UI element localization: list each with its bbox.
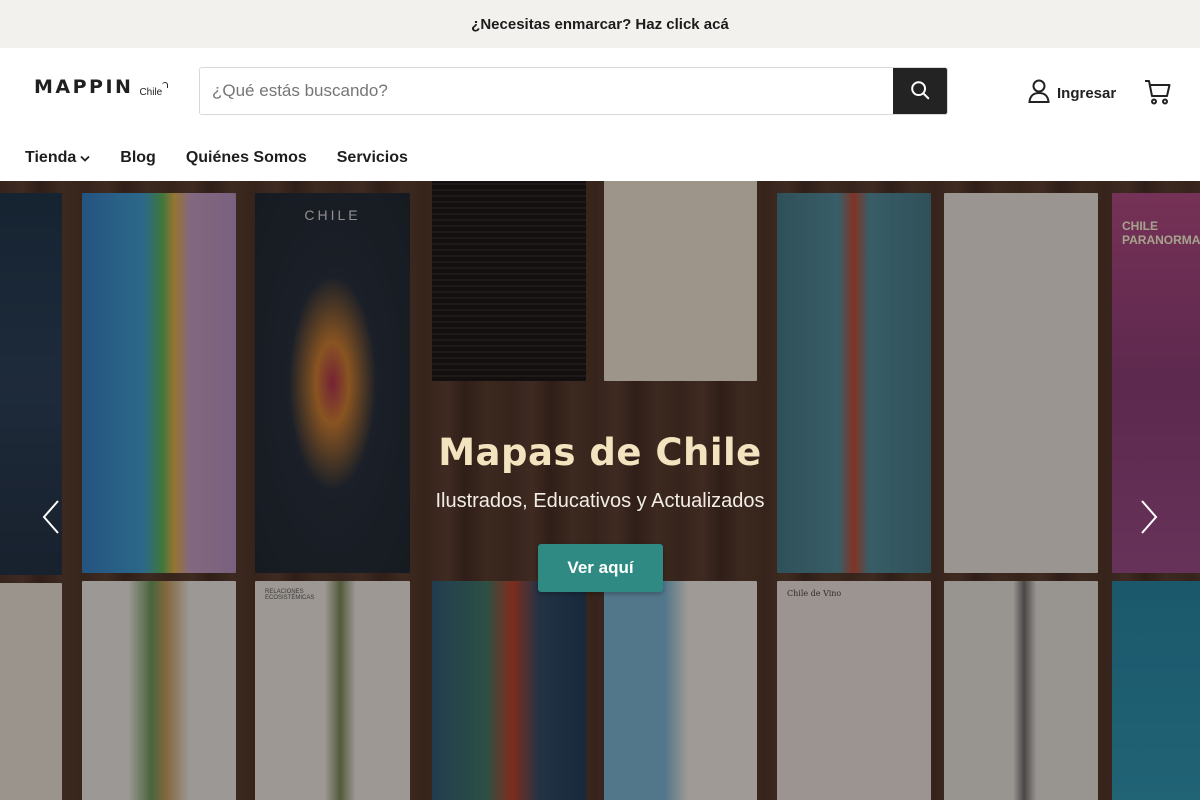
nav-item-label: Tienda bbox=[25, 148, 77, 166]
announcement-bar: ¿Necesitas enmarcar? Haz click acá bbox=[0, 0, 1200, 48]
hero-slideshow[interactable]: CHILE CHILE PARANORMAL RELACIONES ECOSIS… bbox=[0, 181, 1200, 800]
login-label: Ingresar bbox=[1057, 84, 1117, 102]
announcement-link[interactable]: ¿Necesitas enmarcar? Haz click acá bbox=[471, 16, 729, 33]
hero-subtitle: Ilustrados, Educativos y Actualizados bbox=[435, 490, 765, 512]
logo[interactable]: MAPPIN Chile bbox=[34, 76, 168, 98]
search-bar bbox=[199, 67, 948, 115]
hero-title: Mapas de Chile bbox=[438, 431, 762, 474]
search-input[interactable] bbox=[200, 68, 893, 114]
nav-item-servicios[interactable]: Servicios bbox=[337, 149, 408, 167]
nav-item-label: Servicios bbox=[336, 148, 408, 166]
slide-prev-button[interactable] bbox=[36, 499, 66, 539]
logo-subtitle: Chile bbox=[139, 82, 168, 98]
nav-item-blog[interactable]: Blog bbox=[120, 149, 156, 167]
user-icon bbox=[1028, 79, 1050, 107]
search-icon bbox=[909, 79, 931, 104]
logo-wordmark: MAPPIN bbox=[34, 76, 134, 98]
login-link[interactable]: Ingresar bbox=[1028, 79, 1116, 107]
chevron-left-icon bbox=[42, 499, 60, 539]
nav-item-label: Quiénes Somos bbox=[185, 148, 307, 166]
main-nav: Tienda Blog Quiénes Somos Servicios bbox=[0, 134, 1200, 181]
cart-icon bbox=[1144, 80, 1171, 109]
hero-cta-button[interactable]: Ver aquí bbox=[538, 544, 663, 592]
cart-button[interactable] bbox=[1144, 79, 1171, 110]
site-header: MAPPIN Chile Ingresar bbox=[0, 48, 1200, 134]
chevron-right-icon bbox=[1140, 499, 1158, 539]
nav-item-tienda[interactable]: Tienda bbox=[25, 149, 90, 167]
search-button[interactable] bbox=[893, 68, 947, 114]
chevron-down-icon bbox=[80, 149, 90, 167]
slide-next-button[interactable] bbox=[1134, 499, 1164, 539]
nav-item-quienes-somos[interactable]: Quiénes Somos bbox=[186, 149, 307, 167]
nav-item-label: Blog bbox=[120, 148, 156, 166]
